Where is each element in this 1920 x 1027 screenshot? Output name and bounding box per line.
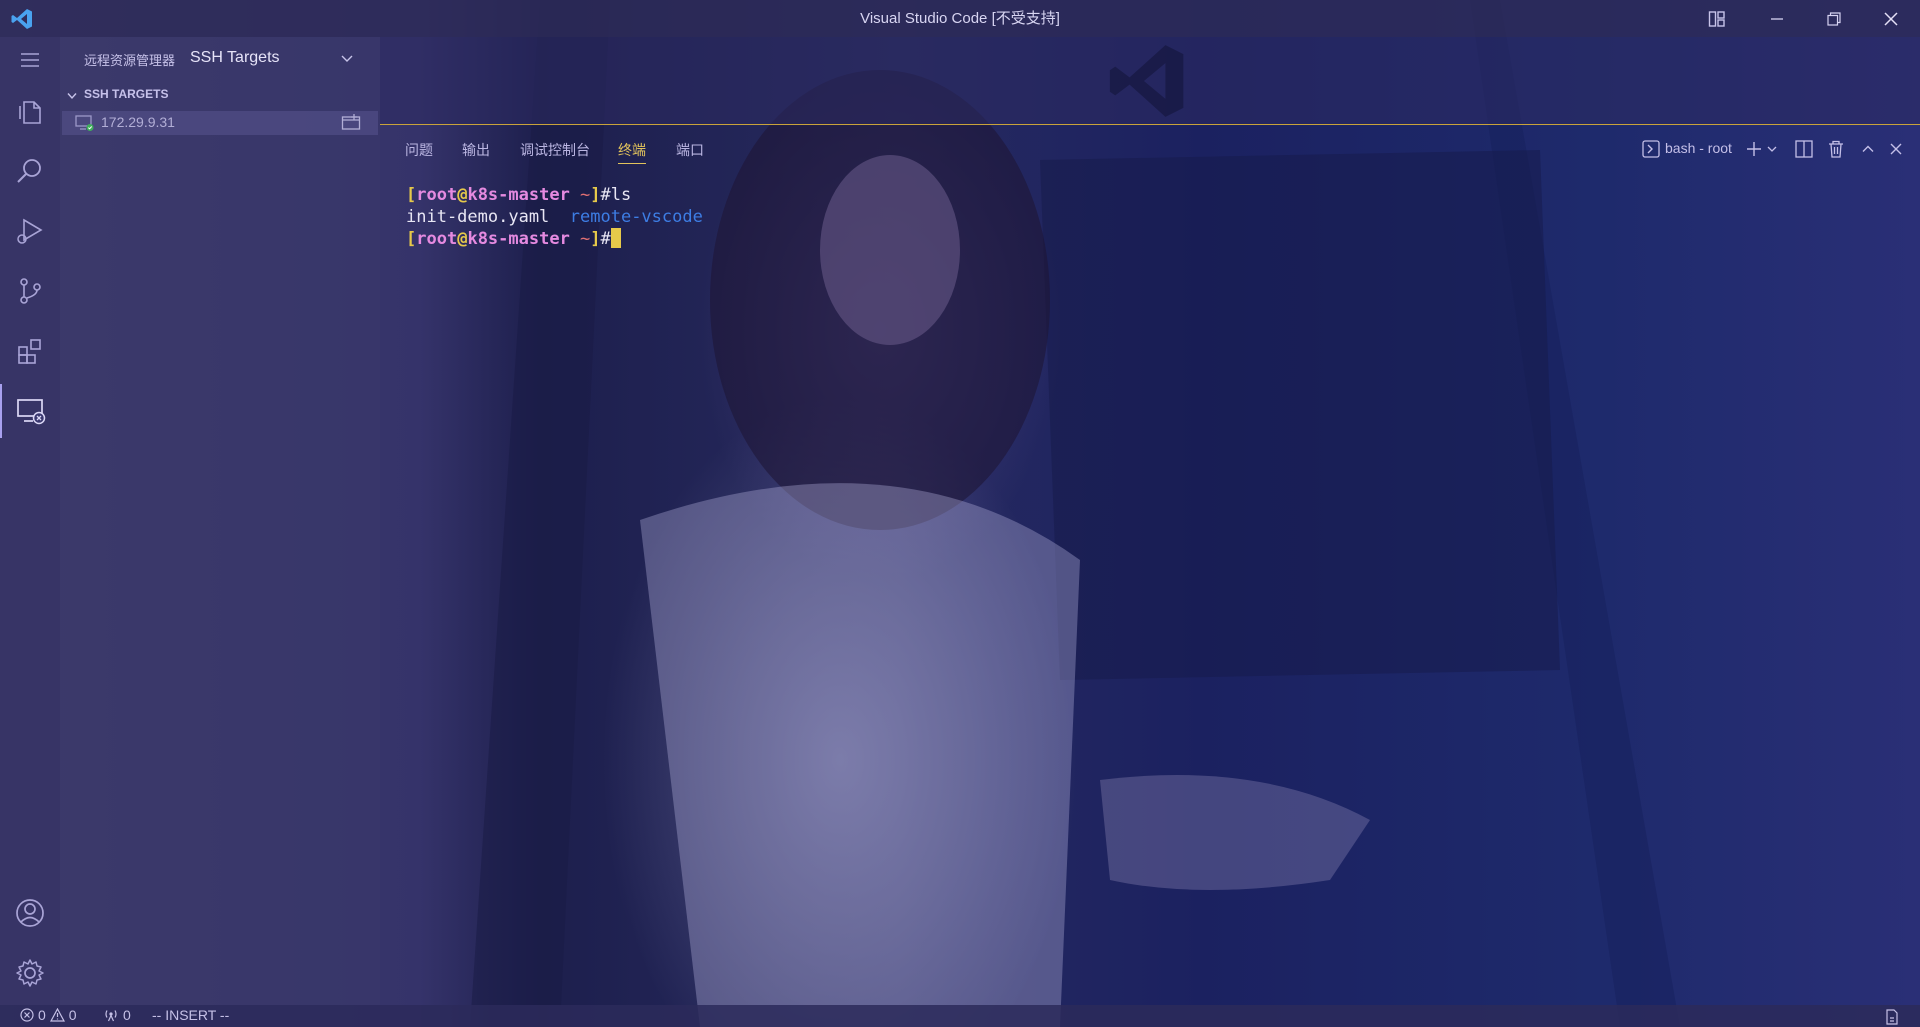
restore-icon[interactable] [1809,0,1859,37]
explorer-icon[interactable] [0,84,60,138]
vim-mode: -- INSERT -- [152,1007,230,1023]
ssh-host-label: 172.29.9.31 [101,114,175,130]
terminal-name[interactable]: bash - root [1665,140,1732,156]
split-terminal-icon[interactable] [1792,138,1816,160]
warning-count: 0 [68,1007,77,1023]
section-title: SSH TARGETS [84,87,169,101]
terminal-line: [root@k8s-master ~]# [406,228,703,250]
chevron-down-icon[interactable] [66,90,78,102]
extensions-icon[interactable] [0,324,60,378]
terminal-command: ls [610,185,632,205]
minimize-icon[interactable] [1752,0,1802,37]
tab-debug-console[interactable]: 调试控制台 [520,140,590,160]
tab-output[interactable]: 输出 [462,140,490,160]
terminal-shell-icon [1640,138,1662,160]
remote-explorer-sidebar [60,37,380,1005]
ports-status[interactable]: 0 [103,1007,131,1023]
error-icon [20,1008,34,1022]
maximize-panel-icon[interactable] [1858,138,1878,160]
kill-terminal-icon[interactable] [1824,138,1848,160]
tab-ports[interactable]: 端口 [676,140,704,160]
chevron-down-icon[interactable] [1764,138,1780,160]
ports-broadcast-icon [105,1010,117,1022]
close-panel-icon[interactable] [1886,138,1906,160]
terminal-file: init-demo.yaml [406,207,550,227]
terminal-output[interactable]: [root@k8s-master ~]#ls init-demo.yaml rem… [406,184,703,250]
run-debug-icon[interactable] [0,204,60,258]
feedback-icon[interactable] [1884,1009,1900,1025]
terminal-directory: remote-vscode [569,207,703,227]
sidebar-title: 远程资源管理器 [84,54,176,69]
remote-target-select[interactable]: SSH Targets [190,49,280,67]
search-icon[interactable] [0,144,60,198]
connect-new-window-icon[interactable] [341,113,361,131]
settings-gear-icon[interactable] [0,946,60,1000]
close-window-icon[interactable] [1866,0,1916,37]
new-terminal-icon[interactable] [1744,138,1764,160]
panel-border [380,124,1920,125]
tab-terminal[interactable]: 终端 [618,140,646,164]
remote-host-icon [75,115,94,131]
ports-count: 0 [123,1007,131,1023]
tab-problems[interactable]: 问题 [405,140,433,160]
terminal-cursor [610,228,621,248]
warning-icon [49,1008,65,1022]
terminal-line: init-demo.yaml remote-vscode [406,206,703,228]
vscode-watermark-icon [1109,45,1184,117]
window-title: Visual Studio Code [不受支持] [860,10,1060,27]
menu-icon[interactable] [0,33,60,87]
source-control-icon[interactable] [0,264,60,318]
account-icon[interactable] [0,886,60,940]
customize-layout-icon[interactable] [1692,0,1742,37]
remote-explorer-icon[interactable] [0,384,60,438]
terminal-line: [root@k8s-master ~]#ls [406,185,632,205]
chevron-down-icon[interactable] [340,52,354,66]
error-count: 0 [38,1007,46,1023]
problems-status[interactable]: 0 0 [20,1007,77,1023]
status-bar [0,1005,1920,1027]
